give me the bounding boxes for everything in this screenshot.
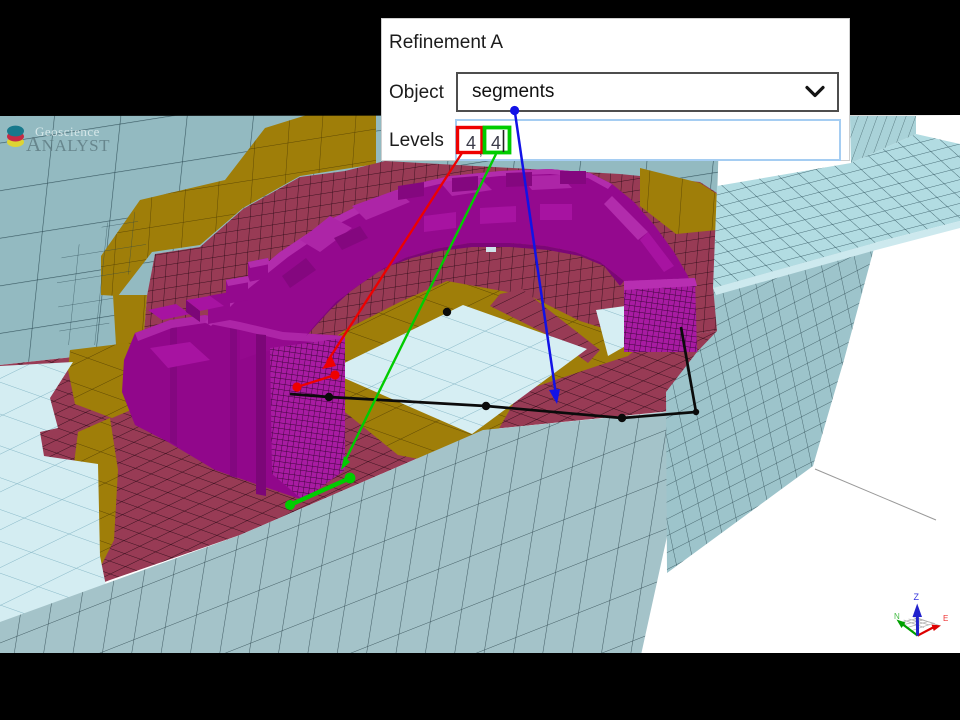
svg-text:N: N <box>894 612 900 621</box>
svg-text:E: E <box>943 614 948 623</box>
svg-text:Z: Z <box>914 592 920 602</box>
